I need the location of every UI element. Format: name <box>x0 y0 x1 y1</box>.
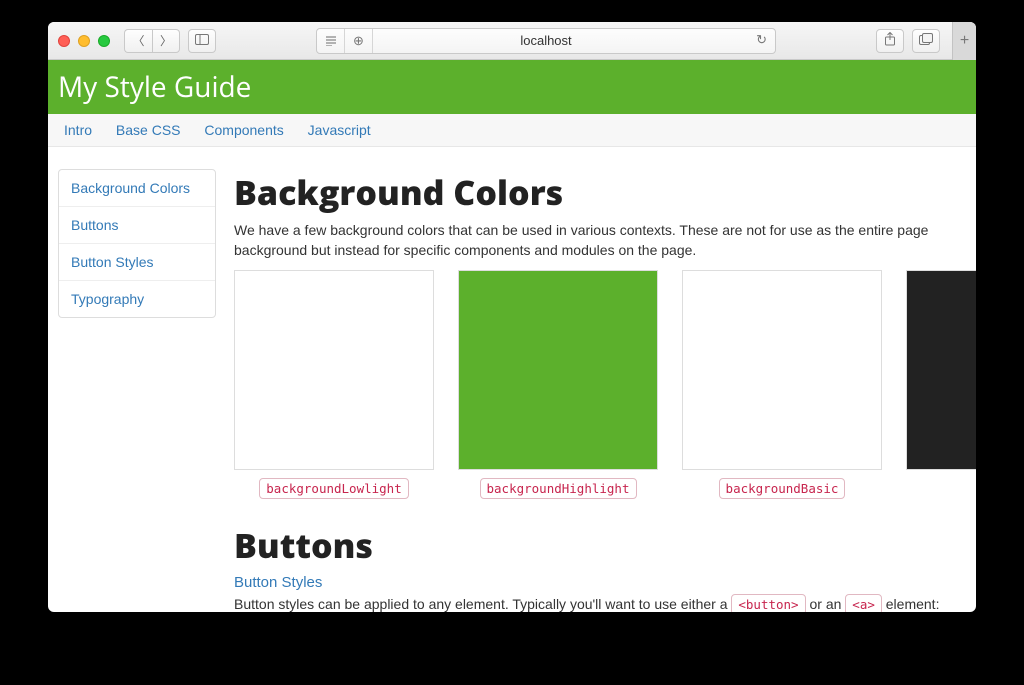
sidenav-button-styles[interactable]: Button Styles <box>59 244 215 281</box>
minimize-icon[interactable] <box>78 35 90 47</box>
share-icon <box>884 32 896 49</box>
nav-components[interactable]: Components <box>204 122 283 138</box>
sidenav-buttons[interactable]: Buttons <box>59 207 215 244</box>
text: element: <box>886 596 940 612</box>
swatch-row: backgroundLowlight backgroundHighlight b… <box>234 270 976 498</box>
page: My Style Guide Intro Base CSS Components… <box>48 60 976 612</box>
reader-icon[interactable] <box>317 29 345 53</box>
plus-icon: + <box>960 32 969 50</box>
swatch-box <box>906 270 976 470</box>
text: or an <box>809 596 845 612</box>
nav-intro[interactable]: Intro <box>64 122 92 138</box>
swatch-label: backgroundHighlight <box>480 478 637 499</box>
close-icon[interactable] <box>58 35 70 47</box>
sidenav-typography[interactable]: Typography <box>59 281 215 317</box>
browser-window: 〈 〉 ⊕ localhost ↻ <box>48 22 976 612</box>
buttons-paragraph: Button styles can be applied to any elem… <box>234 595 976 612</box>
swatch: backgroundBasic <box>682 270 882 498</box>
sidebar-icon <box>195 34 209 48</box>
window-controls <box>58 35 110 47</box>
address-left-controls: ⊕ <box>317 29 373 53</box>
back-button[interactable]: 〈 <box>124 29 152 53</box>
swatch-box <box>458 270 658 470</box>
content: Background Colors Buttons Button Styles … <box>48 147 976 612</box>
swatch-label: backgroundBasic <box>719 478 846 499</box>
brand-bar: My Style Guide <box>48 60 976 114</box>
zoom-icon[interactable] <box>98 35 110 47</box>
section-buttons: Buttons Button Styles Button styles can … <box>234 522 976 612</box>
side-nav: Background Colors Buttons Button Styles … <box>58 169 216 318</box>
chevron-left-icon: 〈 <box>132 32 144 49</box>
address-bar[interactable]: ⊕ localhost ↻ <box>316 28 776 54</box>
heading-buttons: Buttons <box>234 522 976 568</box>
titlebar: 〈 〉 ⊕ localhost ↻ <box>48 22 976 60</box>
forward-button[interactable]: 〉 <box>152 29 180 53</box>
tabs-icon <box>919 33 933 48</box>
brand-title: My Style Guide <box>58 68 251 106</box>
main: Background Colors We have a few backgrou… <box>234 169 976 612</box>
reload-icon[interactable]: ↻ <box>756 32 767 48</box>
swatch-box <box>234 270 434 470</box>
code-a-tag: <a> <box>845 594 882 612</box>
sidebar-button[interactable] <box>188 29 216 53</box>
nav-back-forward: 〈 〉 <box>124 29 180 53</box>
swatch: backgr <box>906 270 976 498</box>
text: Button styles can be applied to any elem… <box>234 596 731 612</box>
chevron-right-icon: 〉 <box>160 32 172 49</box>
link-button-styles[interactable]: Button Styles <box>234 574 322 591</box>
top-nav: Intro Base CSS Components Javascript <box>48 114 976 147</box>
heading-background-colors: Background Colors <box>234 169 976 215</box>
swatch-box <box>682 270 882 470</box>
swatch: backgroundHighlight <box>458 270 658 498</box>
code-button-tag: <button> <box>731 594 805 612</box>
site-settings-icon[interactable]: ⊕ <box>345 29 373 53</box>
bg-intro: We have a few background colors that can… <box>234 221 976 260</box>
nav-base-css[interactable]: Base CSS <box>116 122 181 138</box>
tabs-button[interactable] <box>912 29 940 53</box>
sidenav-background-colors[interactable]: Background Colors <box>59 170 215 207</box>
swatch: backgroundLowlight <box>234 270 434 498</box>
swatch-label: backgroundLowlight <box>259 478 408 499</box>
share-button[interactable] <box>876 29 904 53</box>
nav-javascript[interactable]: Javascript <box>308 122 371 138</box>
address-text: localhost <box>520 33 571 48</box>
new-tab-button[interactable]: + <box>952 22 976 60</box>
